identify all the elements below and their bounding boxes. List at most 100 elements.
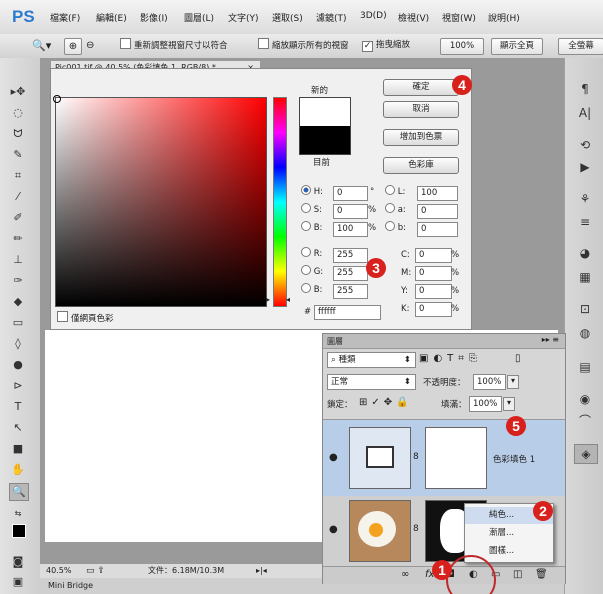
cyan-input[interactable]: 0 — [415, 248, 452, 263]
hue-input[interactable]: 0 — [333, 186, 368, 201]
layer-mask-thumbnail[interactable] — [425, 427, 487, 489]
opacity-input[interactable]: 100% — [473, 374, 506, 390]
panel-menu-icon[interactable]: ▸▸ ≡ — [542, 335, 559, 344]
menu-file[interactable]: 檔案(F) — [50, 11, 80, 24]
web-colors-only-checkbox[interactable]: 僅網頁色彩 — [57, 311, 114, 324]
menu-item-gradient[interactable]: 漸層... — [465, 525, 553, 542]
menu-image[interactable]: 影像(I) — [140, 11, 168, 24]
brush-tool-icon[interactable]: ✏ — [9, 231, 27, 247]
radio-icon[interactable] — [301, 247, 311, 257]
blur-tool-icon[interactable]: ◊ — [9, 336, 27, 352]
visibility-eye-icon[interactable]: ● — [329, 524, 338, 535]
foreground-color-swatch[interactable] — [12, 524, 26, 538]
radio-icon[interactable] — [301, 265, 311, 275]
marquee-tool-icon[interactable]: ◌ — [9, 105, 27, 121]
fill-adjustment-thumbnail[interactable] — [349, 427, 411, 489]
pen-tool-icon[interactable]: ⊳ — [9, 378, 27, 394]
radio-icon[interactable] — [301, 203, 311, 213]
cancel-button[interactable]: 取消 — [383, 101, 459, 118]
hue-slider[interactable] — [273, 97, 287, 307]
blend-mode-select[interactable]: 正常 ⬍ — [327, 374, 416, 390]
dodge-tool-icon[interactable]: ● — [9, 357, 27, 373]
layer-color-fill[interactable]: ● 8 色彩填色 1 — [323, 419, 565, 497]
history-brush-tool-icon[interactable]: ✑ — [9, 273, 27, 289]
lab-l-input[interactable]: 100 — [417, 186, 458, 201]
paragraph-icon[interactable]: ¶ — [574, 80, 596, 98]
zoom-100-button[interactable]: 100% — [440, 38, 484, 55]
color-icon[interactable]: ◕ — [574, 244, 596, 262]
visibility-eye-icon[interactable]: ● — [329, 452, 338, 463]
green-input[interactable]: 255 — [333, 266, 368, 281]
path-select-tool-icon[interactable]: ↖ — [9, 420, 27, 436]
color-libraries-button[interactable]: 色彩庫 — [383, 157, 459, 174]
actions-icon[interactable]: ▶ — [574, 158, 596, 176]
healing-brush-tool-icon[interactable]: ✐ — [9, 210, 27, 226]
zoom-in-icon[interactable]: ⊕ — [64, 38, 82, 55]
status-menu-icon[interactable]: ▸|◂ — [256, 564, 267, 578]
opacity-dropdown-icon[interactable]: ▾ — [507, 375, 519, 389]
black-input[interactable]: 0 — [415, 302, 452, 317]
radio-icon[interactable] — [301, 221, 311, 231]
current-color-swatch[interactable] — [299, 126, 351, 155]
zoom-tool-icon[interactable]: 🔍▾ — [32, 38, 51, 53]
navigator-icon[interactable]: ◉ — [574, 390, 596, 408]
add-to-swatches-button[interactable]: 增加到色票 — [383, 129, 459, 146]
mini-bridge-tab[interactable]: Mini Bridge — [48, 578, 93, 594]
quick-select-tool-icon[interactable]: ✎ — [9, 147, 27, 163]
fill-input[interactable]: 100% — [469, 396, 502, 412]
radio-icon[interactable] — [301, 185, 311, 195]
blue-input[interactable]: 255 — [333, 284, 368, 299]
saturation-input[interactable]: 0 — [333, 204, 368, 219]
lasso-tool-icon[interactable]: ᗢ — [9, 126, 27, 142]
zoom-all-checkbox[interactable]: 縮放顯示所有的視窗 — [258, 38, 349, 53]
layer-kind-select[interactable]: ⌕ 種類 ⬍ — [327, 352, 416, 368]
hex-input[interactable]: ffffff — [314, 305, 381, 320]
resize-window-checkbox[interactable]: 重新調整視窗尺寸以符合 — [120, 38, 228, 53]
history-icon[interactable]: ⟲ — [574, 136, 596, 154]
photo-thumbnail[interactable] — [349, 500, 411, 562]
menu-3d[interactable]: 3D(D) — [360, 11, 387, 21]
delete-layer-icon[interactable]: 🗑 — [535, 569, 548, 580]
link-icon[interactable]: 8 — [413, 524, 419, 534]
move-tool-icon[interactable]: ▸✥ — [9, 84, 27, 100]
menu-window[interactable]: 視窗(W) — [442, 11, 476, 24]
paths-icon[interactable]: ⌒ — [574, 412, 596, 430]
layer-filter-icons[interactable]: ▣◐T⌗⎘ — [419, 353, 482, 364]
color-field[interactable] — [53, 95, 267, 307]
swatches-icon[interactable]: ▦ — [574, 268, 596, 286]
styles-icon[interactable]: ⊡ — [574, 300, 596, 318]
layer-name[interactable]: 色彩填色 1 — [493, 453, 535, 465]
gradient-tool-icon[interactable]: ▭ — [9, 315, 27, 331]
brush-presets-icon[interactable]: ⚘ — [574, 190, 596, 208]
menu-filter[interactable]: 濾鏡(T) — [316, 11, 347, 24]
eraser-tool-icon[interactable]: ◆ — [9, 294, 27, 310]
lock-options-icons[interactable]: ⊞✓✥🔒 — [359, 397, 413, 408]
swap-colors-icon[interactable]: ⇆ — [9, 506, 27, 522]
radio-icon[interactable] — [385, 221, 395, 231]
zoom-out-icon[interactable]: ⊖ — [86, 38, 102, 53]
stamp-tool-icon[interactable]: ⊥ — [9, 252, 27, 268]
character-icon[interactable]: A| — [574, 104, 596, 122]
eyedropper-tool-icon[interactable]: ⁄ — [9, 189, 27, 205]
menu-help[interactable]: 說明(H) — [488, 11, 520, 24]
menu-view[interactable]: 檢視(V) — [398, 11, 429, 24]
fit-screen-button[interactable]: 顯示全頁 — [491, 38, 543, 55]
filter-toggle-icon[interactable]: ▯ — [515, 353, 521, 364]
hand-tool-icon[interactable]: ✋ — [9, 462, 27, 478]
fill-dropdown-icon[interactable]: ▾ — [503, 397, 515, 411]
color-field-cursor[interactable] — [53, 95, 61, 103]
layers-tab[interactable]: 圖層 — [327, 336, 343, 347]
hue-slider-right-arrow-icon[interactable]: ◂ — [286, 295, 290, 304]
radio-icon[interactable] — [385, 185, 395, 195]
shape-tool-icon[interactable]: ■ — [9, 441, 27, 457]
link-layers-icon[interactable]: ∞ — [401, 569, 409, 580]
scrubby-zoom-checkbox[interactable]: ✓ 拖曳縮放 — [362, 38, 410, 53]
radio-icon[interactable] — [301, 283, 311, 293]
menu-layer[interactable]: 圖層(L) — [184, 11, 214, 24]
radio-icon[interactable] — [385, 203, 395, 213]
menu-edit[interactable]: 編輯(E) — [96, 11, 127, 24]
type-tool-icon[interactable]: T — [9, 399, 27, 415]
zoom-tool-icon[interactable]: 🔍 — [9, 483, 29, 501]
lab-b-input[interactable]: 0 — [417, 222, 458, 237]
quick-mask-icon[interactable]: ◙ — [9, 554, 27, 570]
